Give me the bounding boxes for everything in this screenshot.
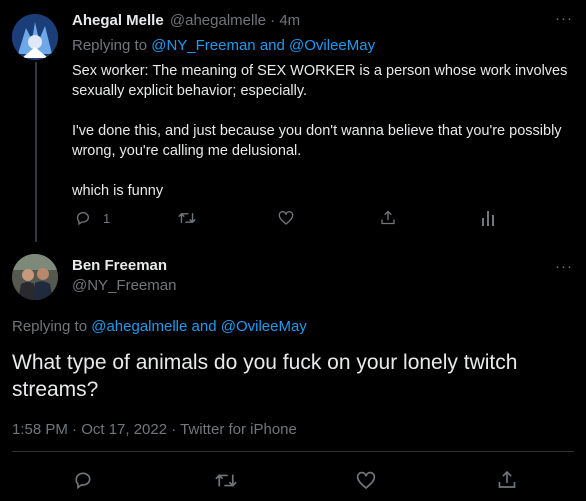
analytics-icon[interactable] [481, 210, 495, 226]
tweet-text: What type of animals do you fuck on your… [12, 351, 518, 401]
replying-to-user[interactable]: @ahegalmelle [91, 318, 187, 335]
tweet-paragraph: I've done this, and just because you don… [72, 123, 562, 159]
replying-to-label: Replying to [72, 37, 148, 54]
display-name[interactable]: Ben Freeman [72, 257, 167, 274]
share-icon[interactable] [497, 469, 517, 490]
display-name[interactable]: Ahegal Melle [72, 12, 164, 29]
more-options-icon[interactable]: ··· [555, 259, 573, 274]
tweet-paragraph: Sex worker: The meaning of SEX WORKER is… [72, 63, 568, 99]
like-icon[interactable] [278, 210, 294, 226]
replying-to-label: Replying to [12, 318, 88, 335]
tweet-timestamp[interactable]: 1:58 PM · Oct 17, 2022 · Twitter for iPh… [12, 421, 297, 438]
share-icon[interactable] [380, 209, 396, 226]
handle[interactable]: @NY_Freeman [72, 277, 176, 294]
reply-icon[interactable] [75, 210, 91, 226]
timestamp[interactable]: 4m [279, 12, 300, 29]
replying-to-user[interactable]: @OvileeMay [221, 318, 307, 335]
replying-to-and: and [191, 318, 217, 335]
replying-to-users[interactable]: @NY_Freeman and @OvileeMay [151, 37, 375, 54]
reply-count: 1 [103, 211, 111, 226]
avatar[interactable] [12, 14, 58, 60]
separator: · [270, 12, 276, 29]
avatar[interactable] [12, 254, 58, 300]
retweet-icon[interactable] [178, 210, 196, 226]
more-options-icon[interactable]: ··· [555, 11, 573, 26]
handle[interactable]: @ahegalmelle [170, 12, 266, 29]
divider [12, 451, 574, 452]
tweet-paragraph: which is funny [72, 183, 164, 199]
tweet-text: Sex worker: The meaning of SEX WORKER is… [72, 61, 577, 201]
retweet-icon[interactable] [215, 471, 237, 490]
thread-line [35, 62, 37, 242]
reply-icon[interactable] [73, 470, 93, 490]
like-icon[interactable] [356, 471, 376, 490]
